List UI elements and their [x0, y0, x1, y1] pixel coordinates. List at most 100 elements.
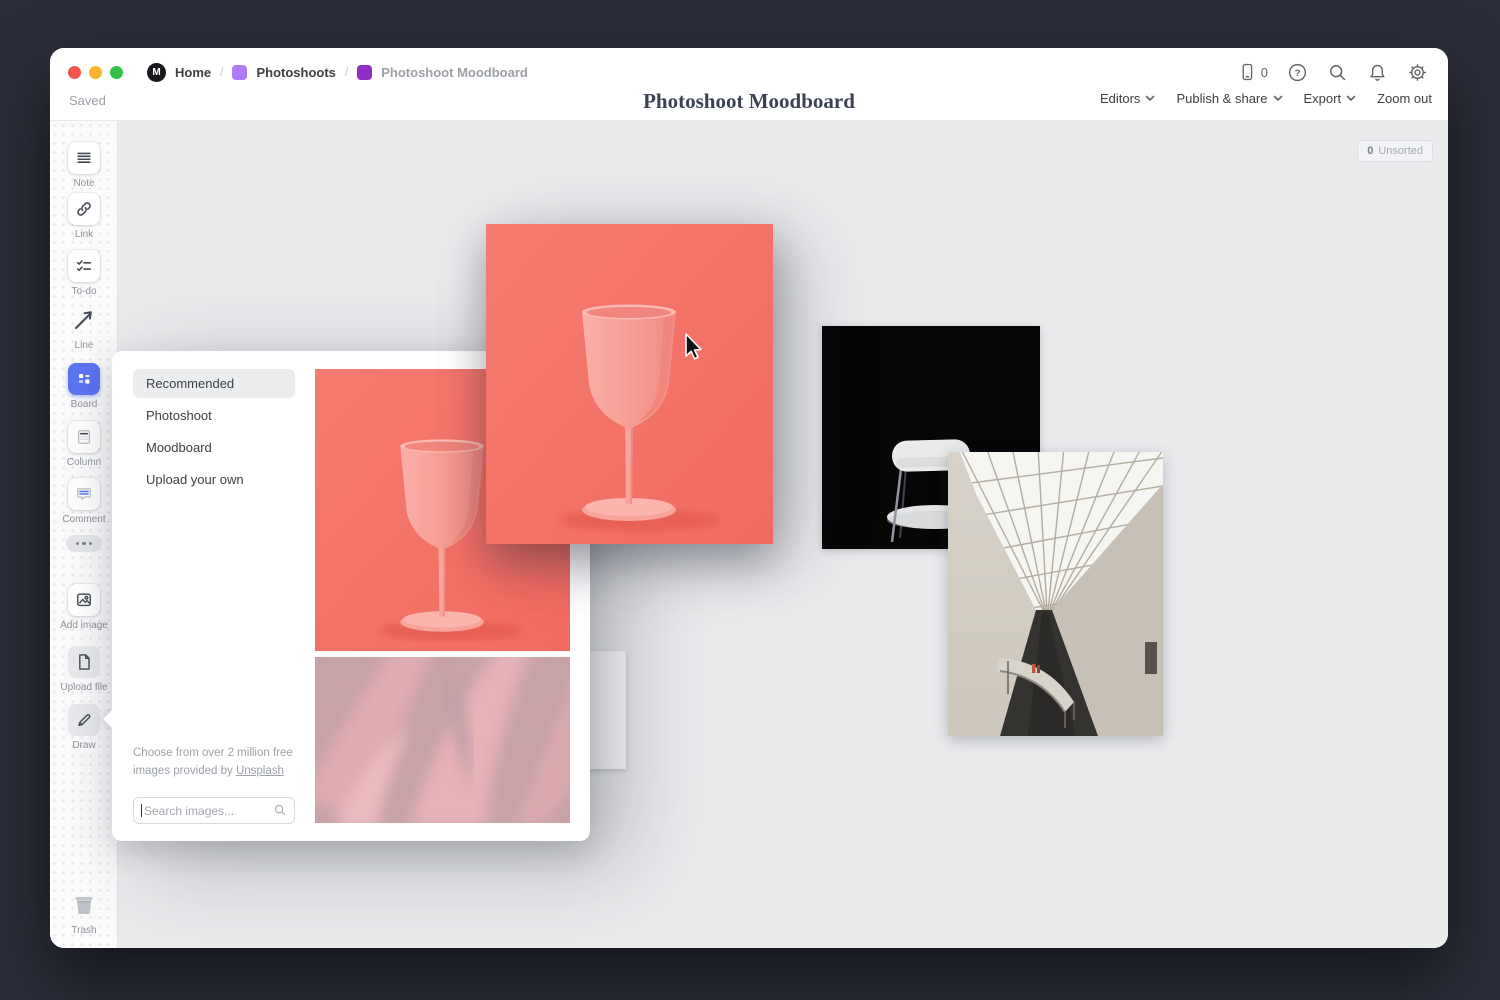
draw-icon — [74, 710, 94, 730]
tool-link-label: Link — [75, 229, 93, 240]
upload-file-icon — [74, 652, 94, 672]
window-controls — [68, 66, 123, 79]
desktop-background: M Home / Photoshoots / Photoshoot Moodbo… — [0, 0, 1500, 1000]
svg-text:?: ? — [1295, 68, 1301, 79]
export-dropdown[interactable]: Export — [1304, 91, 1357, 106]
tool-todo-label: To-do — [71, 286, 96, 297]
tool-link[interactable]: Link — [50, 193, 118, 240]
notifications-button[interactable] — [1367, 62, 1388, 83]
menu-item-photoshoot[interactable]: Photoshoot — [133, 401, 295, 430]
unsorted-count: 0 — [1367, 145, 1373, 157]
add-image-icon — [74, 590, 94, 610]
info-line-1: Choose from over 2 million free — [133, 747, 293, 759]
mobile-icon — [1237, 62, 1257, 82]
tool-upload-file-label: Upload file — [60, 682, 107, 693]
popover-menu: Recommended Photoshoot Moodboard Upload … — [133, 369, 295, 497]
app-body: Note Link To-do Li — [50, 120, 1448, 948]
breadcrumb-home[interactable]: Home — [175, 65, 211, 80]
menu-item-recommended[interactable]: Recommended — [133, 369, 295, 398]
tool-draw[interactable]: Draw — [50, 704, 118, 751]
tool-board[interactable]: Board — [50, 363, 118, 410]
tool-add-image-label: Add image — [60, 620, 108, 631]
tool-upload-file[interactable]: Upload file — [50, 646, 118, 693]
window-minimize-button[interactable] — [89, 66, 102, 79]
fabric-thumbnail — [315, 657, 570, 823]
breadcrumb-current: Photoshoot Moodboard — [381, 65, 528, 80]
window-zoom-button[interactable] — [110, 66, 123, 79]
window-close-button[interactable] — [68, 66, 81, 79]
image-search — [133, 797, 295, 824]
publish-share-dropdown[interactable]: Publish & share — [1176, 91, 1282, 106]
tool-line-label: Line — [75, 340, 94, 351]
search-button[interactable] — [1327, 62, 1348, 83]
todo-icon — [74, 256, 94, 276]
comment-icon — [74, 484, 94, 504]
menu-item-upload-your-own[interactable]: Upload your own — [133, 465, 295, 494]
editors-label: Editors — [1100, 91, 1140, 106]
tool-draw-label: Draw — [72, 740, 95, 751]
gear-icon — [1407, 62, 1428, 83]
zoom-out-button[interactable]: Zoom out — [1377, 91, 1432, 106]
architecture-photo — [948, 452, 1163, 736]
help-button[interactable]: ? — [1287, 62, 1308, 83]
tool-comment-label: Comment — [62, 514, 105, 525]
search-icon — [273, 803, 287, 817]
tool-column-label: Column — [67, 457, 101, 468]
bell-icon — [1367, 62, 1388, 83]
breadcrumb-photoshoots[interactable]: Photoshoots — [256, 65, 335, 80]
more-tools-button[interactable] — [50, 535, 118, 552]
publish-share-label: Publish & share — [1176, 91, 1267, 106]
app-header: M Home / Photoshoots / Photoshoot Moodbo… — [50, 48, 1448, 120]
device-count: 0 — [1261, 65, 1268, 80]
tool-board-label: Board — [71, 399, 98, 410]
search-images-input[interactable] — [133, 797, 295, 824]
editors-dropdown[interactable]: Editors — [1100, 91, 1155, 106]
search-icon — [1327, 62, 1348, 83]
tool-trash-label: Trash — [71, 925, 96, 936]
mobile-devices-button[interactable]: 0 — [1237, 62, 1268, 82]
breadcrumb-separator: / — [345, 65, 348, 79]
unsorted-badge[interactable]: 0 Unsorted — [1357, 140, 1433, 162]
tool-line[interactable]: Line — [50, 304, 118, 351]
unsplash-info-text: Choose from over 2 million free images p… — [133, 745, 303, 781]
tool-trash[interactable]: Trash — [50, 889, 118, 936]
info-line-2: images provided by — [133, 765, 233, 777]
export-label: Export — [1304, 91, 1342, 106]
tool-todo[interactable]: To-do — [50, 250, 118, 297]
note-icon — [74, 148, 94, 168]
more-icon — [66, 535, 102, 552]
avatar — [1056, 87, 1079, 110]
goblet-photo — [486, 224, 773, 544]
breadcrumb-separator: / — [220, 65, 223, 79]
chevron-down-icon — [1273, 95, 1283, 102]
board-swatch-photoshoots-icon — [232, 65, 247, 80]
tool-note-label: Note — [73, 178, 94, 189]
tool-column[interactable]: Column — [50, 421, 118, 468]
link-icon — [74, 199, 94, 219]
image-result-fabric[interactable] — [315, 657, 570, 823]
trash-icon — [69, 890, 99, 920]
logo-letter: M — [152, 67, 160, 78]
help-icon: ? — [1287, 62, 1308, 83]
app-logo-icon[interactable]: M — [147, 63, 166, 82]
unsplash-link[interactable]: Unsplash — [236, 765, 284, 777]
app-window: M Home / Photoshoots / Photoshoot Moodbo… — [50, 48, 1448, 948]
column-icon — [74, 427, 94, 447]
menu-item-moodboard[interactable]: Moodboard — [133, 433, 295, 462]
settings-button[interactable] — [1407, 62, 1428, 83]
dragged-image-goblet[interactable] — [486, 224, 773, 544]
editor-avatars[interactable] — [1026, 87, 1079, 110]
tools-sidebar: Note Link To-do Li — [50, 121, 118, 948]
board-icon — [74, 369, 94, 389]
breadcrumb: M Home / Photoshoots / Photoshoot Moodbo… — [147, 63, 528, 82]
tool-note[interactable]: Note — [50, 142, 118, 189]
text-caret — [141, 804, 142, 817]
chevron-down-icon — [1145, 95, 1155, 102]
image-architecture[interactable] — [948, 452, 1163, 736]
tool-add-image[interactable]: Add image — [50, 584, 118, 631]
tool-comment[interactable]: Comment — [50, 478, 118, 525]
chevron-down-icon — [1346, 95, 1356, 102]
line-icon — [71, 307, 97, 333]
unsorted-label: Unsorted — [1378, 145, 1423, 157]
board-swatch-moodboard-icon — [357, 65, 372, 80]
